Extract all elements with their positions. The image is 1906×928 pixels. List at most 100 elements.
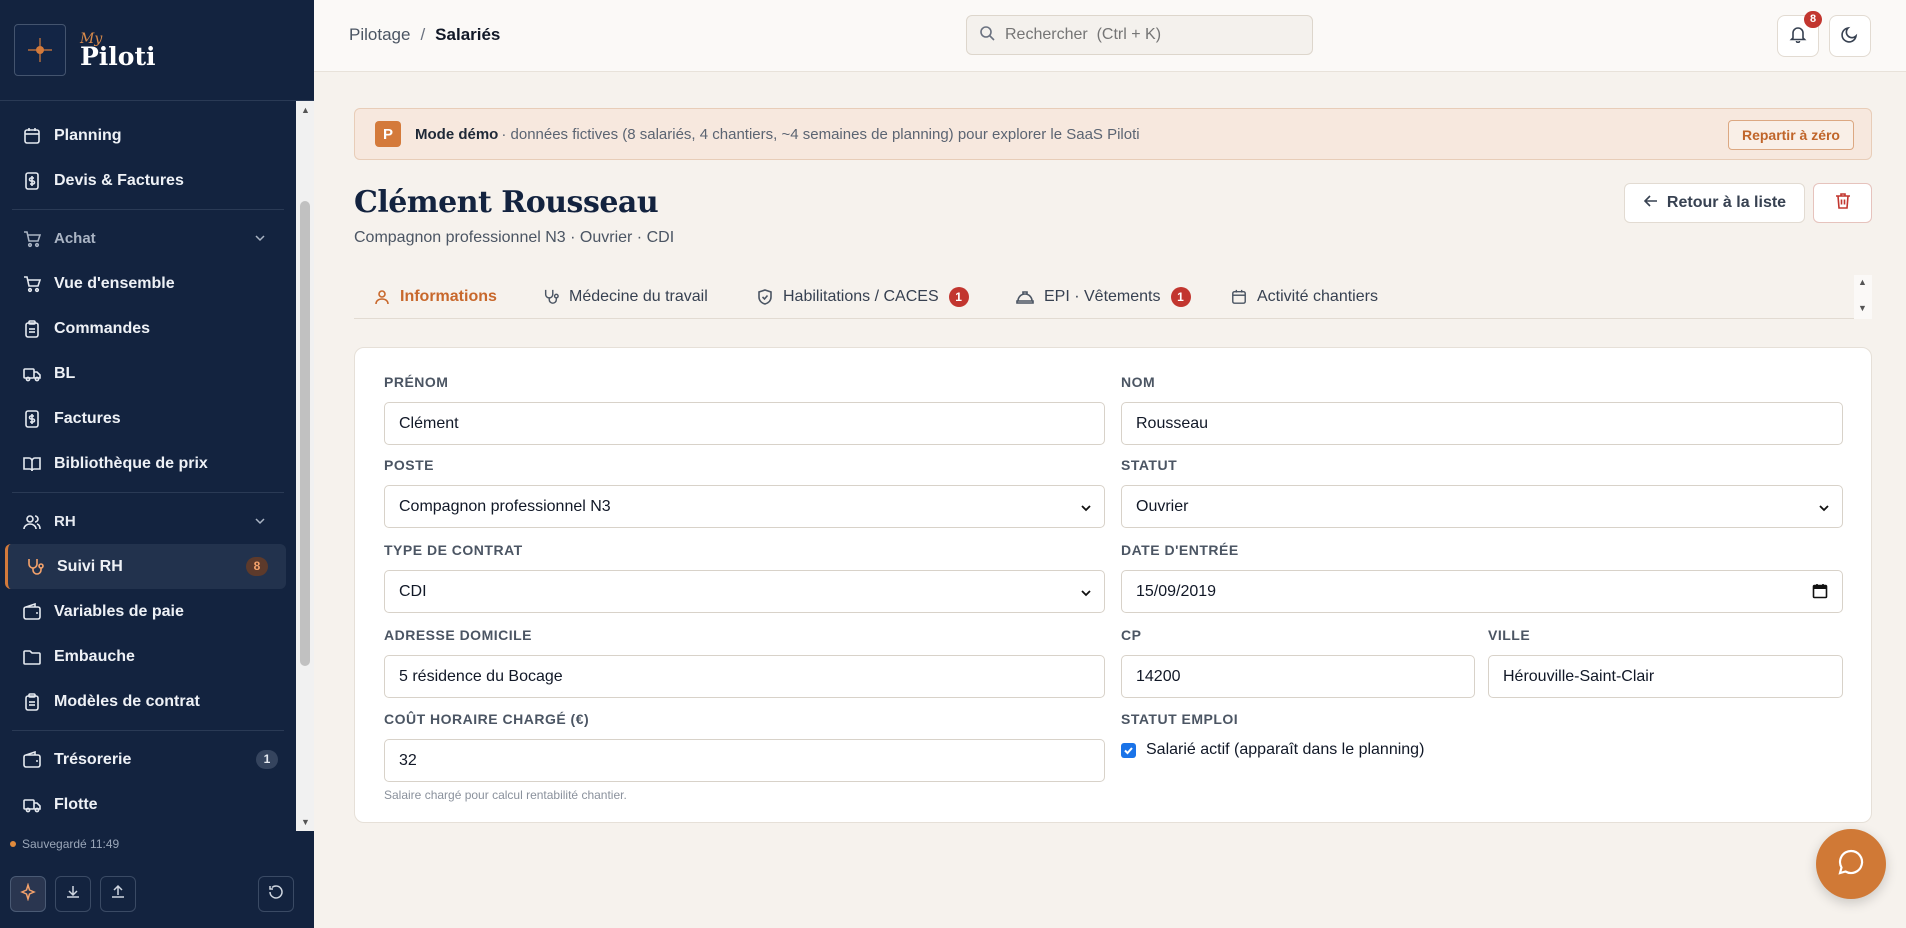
field-label: POSTE: [384, 457, 434, 473]
cp-field: CP: [1121, 627, 1475, 698]
nom-field: NOM: [1121, 374, 1843, 445]
notifications-button[interactable]: 8: [1777, 11, 1822, 57]
sidebar-item-variables-paie[interactable]: Variables de paie: [0, 589, 296, 634]
download-icon: [65, 884, 81, 904]
sidebar-section-rh[interactable]: RH: [0, 499, 296, 544]
search-input[interactable]: [1005, 26, 1295, 44]
chevron-down-icon: [254, 231, 266, 248]
sidebar-item-label: Factures: [54, 409, 121, 427]
sidebar-scrollbar[interactable]: ▲ ▼: [296, 101, 314, 831]
page-title: Clément Rousseau: [354, 185, 659, 220]
field-label: TYPE DE CONTRAT: [384, 542, 523, 558]
sidebar-item-label: Trésorerie: [54, 750, 132, 768]
back-label: Retour à la liste: [1666, 194, 1787, 211]
sidebar-item-devis-factures[interactable]: Devis & Factures: [0, 158, 296, 203]
reset-demo-button[interactable]: Repartir à zéro: [1727, 120, 1854, 150]
demo-title: Mode démo: [415, 125, 499, 143]
sidebar-item-bibliotheque[interactable]: Bibliothèque de prix: [0, 441, 296, 486]
chevron-down-icon: [254, 514, 266, 531]
download-button[interactable]: [55, 876, 91, 912]
field-label: DATE D'ENTRÉE: [1121, 542, 1239, 558]
sidebar-item-tresorerie[interactable]: Trésorerie 1: [0, 737, 296, 782]
tab-badge: 1: [1170, 287, 1191, 307]
chevron-down-icon: [1818, 501, 1830, 519]
logo-icon: [14, 24, 66, 76]
search-box[interactable]: [966, 15, 1313, 55]
prenom-input[interactable]: [399, 414, 1090, 433]
delete-button[interactable]: [1813, 183, 1872, 223]
field-label: STATUT EMPLOI: [1121, 711, 1239, 727]
trash-icon: [1834, 192, 1852, 214]
date-entree-field: DATE D'ENTRÉE 15/09/2019: [1121, 542, 1843, 613]
sidebar-section-achat[interactable]: Achat: [0, 216, 296, 261]
tab-activite[interactable]: Activité chantiers: [1231, 275, 1378, 319]
sidebar-item-flotte[interactable]: Flotte: [0, 782, 296, 827]
divider: [12, 492, 284, 493]
calendar-icon: [1231, 289, 1247, 305]
sidebar-item-planning[interactable]: Planning: [0, 113, 296, 158]
sidebar-item-label: Vue d'ensemble: [54, 274, 175, 292]
wallet-icon: [22, 750, 42, 770]
truck-icon: [22, 795, 42, 815]
statut-field: STATUT Ouvrier: [1121, 457, 1843, 528]
prenom-field: PRÉNOM: [384, 374, 1105, 445]
upload-button[interactable]: [100, 876, 136, 912]
chat-button[interactable]: [1816, 829, 1886, 899]
sparkle-button[interactable]: [10, 876, 46, 912]
sidebar-item-embauche[interactable]: Embauche: [0, 634, 296, 679]
cart-icon: [22, 274, 42, 294]
statut-select[interactable]: Ouvrier: [1121, 485, 1843, 528]
tab-label: EPI · Vêtements: [1044, 288, 1161, 305]
stethoscope-icon: [543, 289, 559, 305]
sidebar-item-factures[interactable]: Factures: [0, 396, 296, 441]
sidebar-item-vue-ensemble[interactable]: Vue d'ensemble: [0, 261, 296, 306]
sidebar-item-label: Devis & Factures: [54, 171, 184, 189]
sidebar-item-commandes[interactable]: Commandes: [0, 306, 296, 351]
breadcrumb-root[interactable]: Pilotage: [349, 25, 410, 44]
scroll-up-icon[interactable]: ▲: [301, 105, 310, 115]
sidebar-item-modeles-contrat[interactable]: Modèles de contrat: [0, 679, 296, 724]
breadcrumb-current: Salariés: [435, 25, 501, 44]
sidebar-item-label: Embauche: [54, 647, 135, 665]
theme-toggle-button[interactable]: [1829, 15, 1871, 57]
tab-label: Habilitations / CACES: [783, 288, 939, 305]
contrat-select[interactable]: CDI: [384, 570, 1105, 613]
poste-select[interactable]: Compagnon professionnel N3: [384, 485, 1105, 528]
cp-input[interactable]: [1136, 667, 1460, 686]
field-label: STATUT: [1121, 457, 1178, 473]
brand-name: Piloti: [80, 41, 156, 71]
scroll-up-icon[interactable]: ▲: [1858, 277, 1867, 287]
tab-label: Médecine du travail: [569, 288, 708, 305]
tab-epi[interactable]: EPI · Vêtements 1: [1016, 275, 1191, 319]
brand[interactable]: My Piloti: [0, 0, 314, 101]
tabs-scrollbar[interactable]: ▲ ▼: [1854, 275, 1872, 319]
sidebar-item-suivi-rh[interactable]: Suivi RH 8: [5, 544, 286, 589]
calendar-icon[interactable]: [1812, 583, 1828, 604]
statut-value: Ouvrier: [1136, 497, 1189, 515]
scrollbar-thumb[interactable]: [300, 201, 310, 666]
page-subtitle: Compagnon professionnel N3 · Ouvrier · C…: [354, 229, 675, 246]
ville-input[interactable]: [1503, 667, 1828, 686]
scroll-down-icon[interactable]: ▼: [1858, 303, 1867, 313]
sidebar-section-label: RH: [54, 513, 76, 530]
back-to-list-button[interactable]: Retour à la liste: [1624, 183, 1805, 223]
actif-checkbox[interactable]: [1121, 742, 1136, 758]
adresse-input[interactable]: [399, 667, 1090, 686]
tab-badge: 1: [948, 287, 969, 307]
contrat-field: TYPE DE CONTRAT CDI: [384, 542, 1105, 613]
tab-medecine[interactable]: Médecine du travail: [543, 275, 708, 319]
nom-input[interactable]: [1136, 414, 1828, 433]
save-status: Sauvegardé 11:49: [10, 837, 119, 851]
sidebar-item-bl[interactable]: BL: [0, 351, 296, 396]
field-label: ADRESSE DOMICILE: [384, 627, 533, 643]
refresh-icon: [268, 884, 284, 904]
dollar-doc-icon: [22, 409, 42, 429]
tab-habilitations[interactable]: Habilitations / CACES 1: [757, 275, 969, 319]
cout-horaire-input[interactable]: [399, 751, 1090, 770]
actif-checkbox-row[interactable]: Salarié actif (apparaît dans le planning…: [1121, 741, 1843, 759]
date-entree-input[interactable]: 15/09/2019: [1121, 570, 1843, 613]
reset-button[interactable]: [258, 876, 294, 912]
tab-informations[interactable]: Informations: [374, 275, 497, 319]
scroll-down-icon[interactable]: ▼: [301, 817, 310, 827]
upload-icon: [110, 884, 126, 904]
